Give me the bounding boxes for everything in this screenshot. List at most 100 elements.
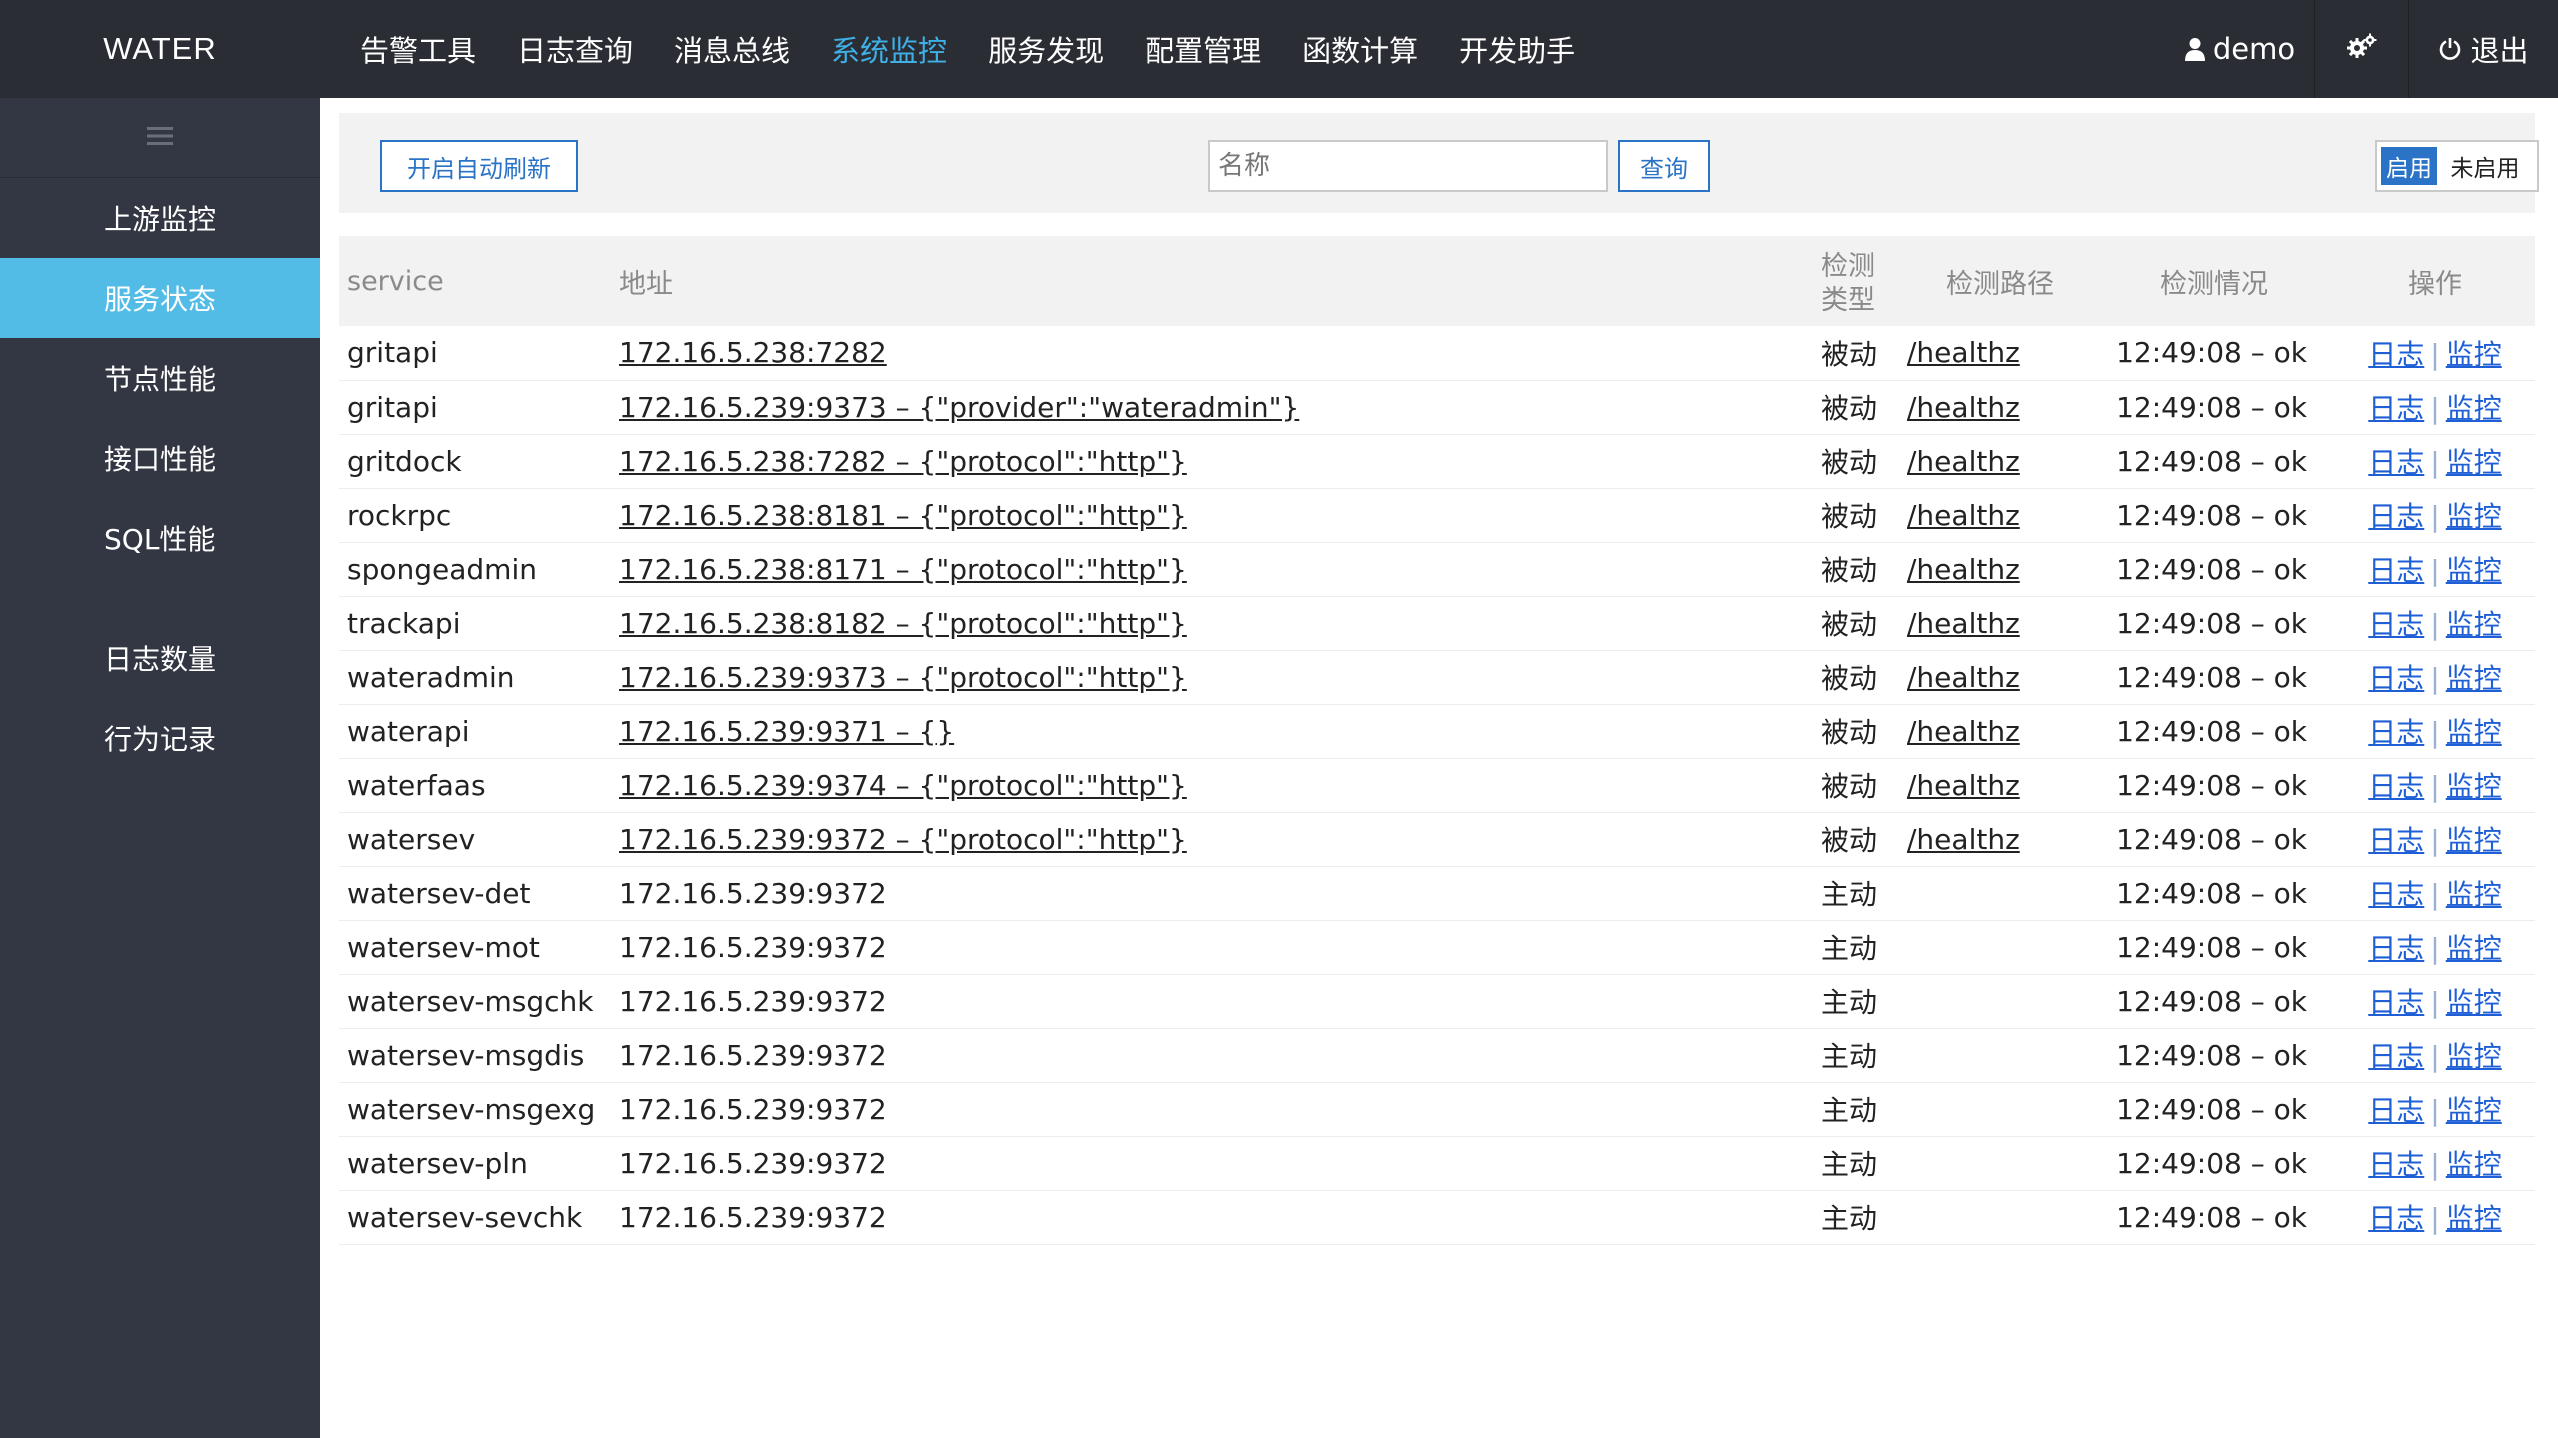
nav-item-system-monitor[interactable]: 系统监控 (831, 28, 947, 70)
log-link[interactable]: 日志 (2368, 878, 2424, 911)
log-link[interactable]: 日志 (2368, 1094, 2424, 1127)
cell-type: 被动 (1821, 326, 1907, 381)
ops-separator: | (2430, 878, 2440, 911)
nav-item-message-bus[interactable]: 消息总线 (674, 28, 790, 70)
cell-service: trackapi (339, 596, 619, 651)
logout-button[interactable]: 退出 (2408, 0, 2558, 98)
healthz-link[interactable]: /healthz (1907, 499, 2020, 532)
nav-item-service-discovery[interactable]: 服务发现 (988, 28, 1104, 70)
monitor-link[interactable]: 监控 (2446, 1202, 2502, 1235)
address-link[interactable]: 172.16.5.239:9374 – {"protocol":"http"} (619, 769, 1187, 802)
address-link[interactable]: 172.16.5.238:7282 – {"protocol":"http"} (619, 445, 1187, 478)
log-link[interactable]: 日志 (2368, 716, 2424, 749)
monitor-link[interactable]: 监控 (2446, 1094, 2502, 1127)
cell-service: watersev-msgdis (339, 1028, 619, 1083)
cell-check: 12:49:08 – ok (2093, 812, 2335, 867)
log-link[interactable]: 日志 (2368, 662, 2424, 695)
address-link[interactable]: 172.16.5.239:9373 – {"provider":"waterad… (619, 391, 1299, 424)
cell-path (1907, 974, 2093, 1029)
log-link[interactable]: 日志 (2368, 446, 2424, 479)
toggle-disabled[interactable]: 未启用 (2437, 147, 2533, 185)
address-link[interactable]: 172.16.5.238:7282 (619, 336, 887, 369)
monitor-link[interactable]: 监控 (2446, 608, 2502, 641)
cell-type: 主动 (1821, 974, 1907, 1029)
healthz-link[interactable]: /healthz (1907, 391, 2020, 424)
monitor-link[interactable]: 监控 (2446, 338, 2502, 371)
settings-button[interactable] (2314, 0, 2408, 98)
cell-check: 12:49:08 – ok (2093, 326, 2335, 381)
log-link[interactable]: 日志 (2368, 932, 2424, 965)
healthz-link[interactable]: /healthz (1907, 336, 2020, 369)
healthz-link[interactable]: /healthz (1907, 553, 2020, 586)
nav-item-alert-tools[interactable]: 告警工具 (360, 28, 476, 70)
address-link[interactable]: 172.16.5.239:9371 – {} (619, 715, 954, 748)
log-link[interactable]: 日志 (2368, 1202, 2424, 1235)
nav-item-log-query[interactable]: 日志查询 (517, 28, 633, 70)
monitor-link[interactable]: 监控 (2446, 932, 2502, 965)
address-link[interactable]: 172.16.5.239:9373 – {"protocol":"http"} (619, 661, 1187, 694)
address-link[interactable]: 172.16.5.238:8181 – {"protocol":"http"} (619, 499, 1187, 532)
toggle-enabled[interactable]: 启用 (2381, 147, 2437, 185)
sidebar-item-upstream-monitor[interactable]: 上游监控 (0, 178, 320, 258)
sidebar-item-log-count[interactable]: 日志数量 (0, 618, 320, 698)
monitor-link[interactable]: 监控 (2446, 878, 2502, 911)
sidebar-item-sql-performance[interactable]: SQL性能 (0, 498, 320, 578)
ops-separator: | (2430, 770, 2440, 803)
cell-check: 12:49:08 – ok (2093, 974, 2335, 1029)
sidebar: 上游监控 服务状态 节点性能 接口性能 SQL性能 日志数量 行为记录 (0, 98, 320, 1438)
sidebar-item-behavior-log[interactable]: 行为记录 (0, 698, 320, 778)
table-header-row: service 地址 检测 类型 检测路径 检测情况 操作 (339, 236, 2535, 326)
log-link[interactable]: 日志 (2368, 986, 2424, 1019)
cell-service: wateradmin (339, 650, 619, 705)
sidebar-toggle[interactable] (0, 98, 320, 178)
sidebar-item-node-performance[interactable]: 节点性能 (0, 338, 320, 418)
monitor-link[interactable]: 监控 (2446, 554, 2502, 587)
monitor-link[interactable]: 监控 (2446, 1040, 2502, 1073)
col-header-type-line2: 类型 (1821, 285, 1875, 316)
logout-label: 退出 (2470, 34, 2529, 68)
monitor-link[interactable]: 监控 (2446, 1148, 2502, 1181)
sidebar-item-service-status[interactable]: 服务状态 (0, 258, 320, 338)
log-link[interactable]: 日志 (2368, 554, 2424, 587)
log-link[interactable]: 日志 (2368, 824, 2424, 857)
address-link[interactable]: 172.16.5.238:8171 – {"protocol":"http"} (619, 553, 1187, 586)
monitor-link[interactable]: 监控 (2446, 392, 2502, 425)
nav-item-function-compute[interactable]: 函数计算 (1302, 28, 1418, 70)
log-link[interactable]: 日志 (2368, 608, 2424, 641)
query-button[interactable]: 查询 (1618, 140, 1710, 192)
log-link[interactable]: 日志 (2368, 392, 2424, 425)
healthz-link[interactable]: /healthz (1907, 445, 2020, 478)
monitor-link[interactable]: 监控 (2446, 662, 2502, 695)
healthz-link[interactable]: /healthz (1907, 823, 2020, 856)
cell-path (1907, 920, 2093, 975)
address-link[interactable]: 172.16.5.239:9372 – {"protocol":"http"} (619, 823, 1187, 856)
log-link[interactable]: 日志 (2368, 1148, 2424, 1181)
auto-refresh-button[interactable]: 开启自动刷新 (380, 140, 578, 192)
sidebar-item-api-performance[interactable]: 接口性能 (0, 418, 320, 498)
monitor-link[interactable]: 监控 (2446, 770, 2502, 803)
log-link[interactable]: 日志 (2368, 1040, 2424, 1073)
cell-address: 172.16.5.238:7282 – {"protocol":"http"} (619, 434, 1821, 489)
toolbar: 开启自动刷新 查询 启用 未启用 (339, 113, 2539, 213)
log-link[interactable]: 日志 (2368, 338, 2424, 371)
log-link[interactable]: 日志 (2368, 770, 2424, 803)
monitor-link[interactable]: 监控 (2446, 986, 2502, 1019)
monitor-link[interactable]: 监控 (2446, 824, 2502, 857)
address-text: 172.16.5.239:9372 (619, 984, 887, 1018)
cell-type: 主动 (1821, 1136, 1907, 1191)
user-menu[interactable]: demo (2166, 0, 2314, 98)
search-input[interactable] (1208, 140, 1608, 192)
monitor-link[interactable]: 监控 (2446, 500, 2502, 533)
healthz-link[interactable]: /healthz (1907, 769, 2020, 802)
nav-item-dev-assistant[interactable]: 开发助手 (1459, 28, 1575, 70)
monitor-link[interactable]: 监控 (2446, 446, 2502, 479)
address-link[interactable]: 172.16.5.238:8182 – {"protocol":"http"} (619, 607, 1187, 640)
brand-logo[interactable]: WATER (0, 31, 320, 67)
healthz-link[interactable]: /healthz (1907, 607, 2020, 640)
healthz-link[interactable]: /healthz (1907, 715, 2020, 748)
monitor-link[interactable]: 监控 (2446, 716, 2502, 749)
healthz-link[interactable]: /healthz (1907, 661, 2020, 694)
nav-item-config-management[interactable]: 配置管理 (1145, 28, 1261, 70)
cell-type: 被动 (1821, 704, 1907, 759)
log-link[interactable]: 日志 (2368, 500, 2424, 533)
